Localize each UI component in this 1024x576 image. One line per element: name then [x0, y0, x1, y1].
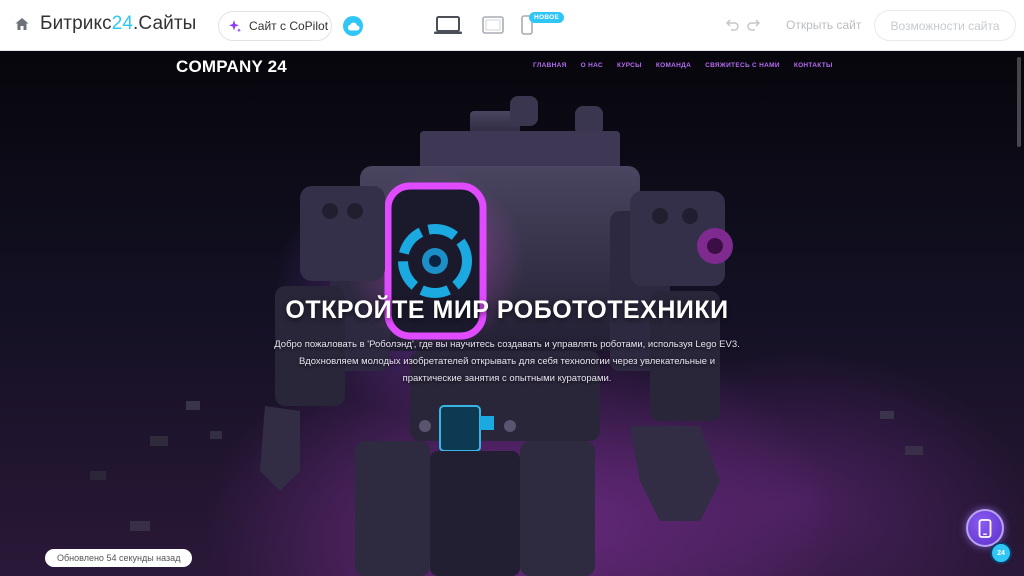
mobile-phone-icon: [978, 518, 992, 538]
cloud-glyph: [347, 22, 359, 30]
sparkle-icon: [229, 20, 241, 33]
app-title: Битрикс24.Сайты: [40, 13, 196, 35]
nav-item-courses[interactable]: КУРСЫ: [617, 62, 642, 69]
undo-icon[interactable]: [726, 18, 740, 31]
hero-description: Добро пожаловать в 'Роболэнд', где вы на…: [274, 339, 740, 384]
redo-icon[interactable]: [746, 18, 760, 31]
copilot-button[interactable]: Сайт с CoPilot: [218, 11, 332, 41]
nav-item-home[interactable]: ГЛАВНАЯ: [533, 62, 567, 69]
desktop-view-icon[interactable]: [434, 15, 462, 35]
app-title-suffix: .Сайты: [133, 13, 197, 34]
new-badge: НОВОЕ: [529, 12, 565, 23]
nav-item-about[interactable]: О НАС: [581, 62, 603, 69]
editor-topbar: Битрикс24.Сайты Сайт с CoPilot НОВОЕ Отк…: [0, 0, 1024, 51]
site-logo[interactable]: COMPANY 24: [176, 57, 287, 77]
site-features-button[interactable]: Возможности сайта: [874, 10, 1016, 41]
hero-title: ОТКРОЙТЕ МИР РОБОТОТЕХНИКИ: [285, 296, 729, 324]
site-preview: COMPANY 24 ГЛАВНАЯ О НАС КУРСЫ КОМАНДА С…: [0, 51, 1024, 576]
home-icon[interactable]: [14, 16, 30, 32]
preview-scrollbar[interactable]: [1017, 57, 1021, 147]
copilot-label: Сайт с CoPilot: [249, 19, 329, 33]
app-title-prefix: Битрикс: [40, 13, 112, 34]
nav-item-contacts[interactable]: КОНТАКТЫ: [794, 62, 833, 69]
bitrix24-widget-badge[interactable]: 24: [990, 542, 1012, 564]
nav-item-contact-us[interactable]: СВЯЖИТЕСЬ С НАМИ: [705, 62, 780, 69]
tablet-view-icon[interactable]: [482, 16, 504, 34]
cloud-icon[interactable]: [343, 16, 363, 36]
open-site-link[interactable]: Открыть сайт: [786, 18, 861, 32]
app-title-accent: 24: [111, 13, 134, 34]
nav-item-team[interactable]: КОМАНДА: [656, 62, 691, 69]
last-updated-status: Обновлено 54 секунды назад: [45, 549, 193, 567]
site-nav: ГЛАВНАЯ О НАС КУРСЫ КОМАНДА СВЯЖИТЕСЬ С …: [533, 62, 847, 69]
